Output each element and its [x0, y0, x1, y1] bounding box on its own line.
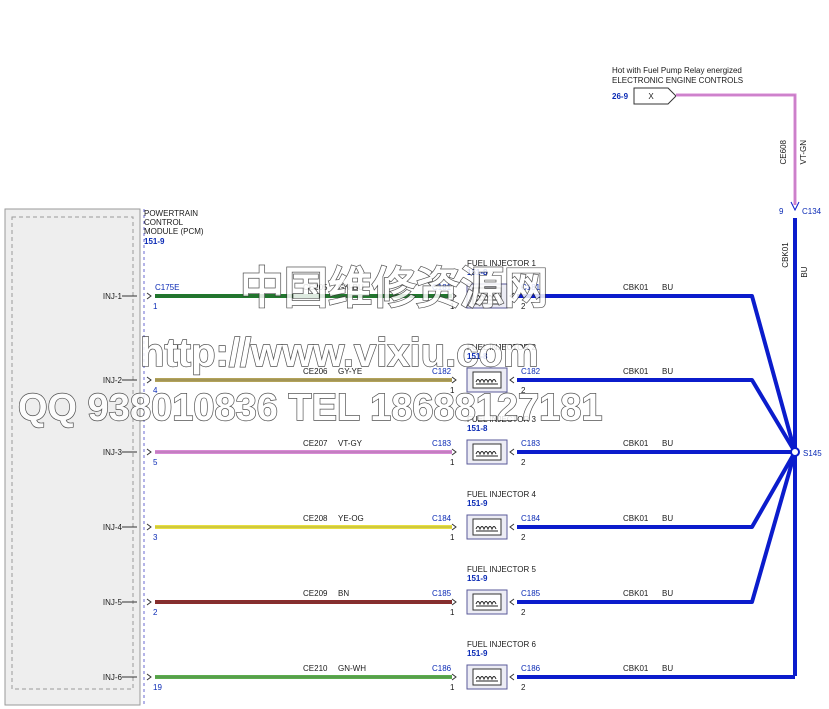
injector-rows: INJ-11CE205 GN-BU C1811FUEL INJECTOR 1151-…	[103, 259, 797, 692]
pin-arrow-icon	[451, 448, 457, 456]
pin-arrow-icon	[451, 673, 457, 681]
pcm-pin-number: 3	[153, 533, 158, 542]
connector-label-in: C185	[432, 589, 452, 598]
injector-name: FUEL INJECTOR 4	[467, 490, 536, 499]
watermark-line3: QQ 938010836 TEL 18688127181	[18, 387, 603, 429]
pin-arrow-icon	[451, 523, 457, 531]
pin-out: 2	[521, 458, 526, 467]
pin-out: 2	[521, 608, 526, 617]
injector-ref: 151-9	[467, 574, 488, 583]
pcm-pin-label: INJ-2	[103, 376, 123, 385]
circuit-label: CE208	[303, 514, 328, 523]
pin-arrow-icon	[509, 673, 515, 681]
injector-ref: 151-9	[467, 499, 488, 508]
pin-arrow-icon	[509, 598, 515, 606]
out-color: BU	[662, 283, 673, 292]
bus-circuit: CBK01	[781, 242, 790, 268]
pin-out: 2	[521, 683, 526, 692]
connector-label-out: C183	[521, 439, 541, 448]
out-color: BU	[662, 514, 673, 523]
watermark-line2: http://www.vixiu.com	[140, 331, 539, 375]
connector-label-in: C184	[432, 514, 452, 523]
pcm-pin-number: 5	[153, 458, 158, 467]
feed-color: VT-GN	[799, 140, 808, 165]
out-circuit: CBK01	[623, 589, 649, 598]
bus-color: BU	[800, 266, 809, 277]
pin-out: 2	[521, 533, 526, 542]
pcm-line3: MODULE (PCM)	[144, 227, 204, 236]
pin-arrow-icon	[146, 523, 152, 531]
pcm-pin-label: INJ-6	[103, 673, 123, 682]
feed-ref: 26-9	[612, 92, 629, 101]
connector-label-in: C186	[432, 664, 452, 673]
out-circuit: CBK01	[623, 367, 649, 376]
out-color: BU	[662, 367, 673, 376]
injector-name: FUEL INJECTOR 6	[467, 640, 536, 649]
feed-wire	[676, 93, 797, 205]
pcm-pin-number: 2	[153, 608, 158, 617]
pin-in: 1	[450, 608, 455, 617]
pin-in: 1	[450, 683, 455, 692]
hot-label: Hot with Fuel Pump Relay energized	[612, 66, 742, 75]
pcm-module: POWERTRAIN CONTROL MODULE (PCM) 151-9 C1…	[4, 208, 204, 706]
c134-pin: 9	[779, 207, 784, 216]
color-code: GN-WH	[338, 664, 366, 673]
system-label: ELECTRONIC ENGINE CONTROLS	[612, 76, 743, 85]
injector-ref: 151-9	[467, 649, 488, 658]
pcm-pin-label: INJ-3	[103, 448, 123, 457]
out-color: BU	[662, 664, 673, 673]
connector-label-out: C186	[521, 664, 541, 673]
pin-arrow-icon	[146, 292, 152, 300]
pcm-box	[4, 208, 141, 706]
circuit-label: CE210	[303, 664, 328, 673]
connector-label-in: C183	[432, 439, 452, 448]
c134-label: C134	[802, 207, 822, 216]
pin-arrow-icon	[146, 448, 152, 456]
pin-arrow-icon	[451, 376, 457, 384]
pcm-pin-label: INJ-5	[103, 598, 123, 607]
feed-pin: X	[648, 92, 654, 101]
pin-arrow-icon	[509, 376, 515, 384]
pcm-line2: CONTROL	[144, 218, 184, 227]
pcm-pin-number: 1	[153, 302, 158, 311]
splice-dot	[790, 447, 800, 457]
color-code: YE-OG	[338, 514, 364, 523]
splice-label: S145	[803, 449, 822, 458]
out-circuit: CBK01	[623, 514, 649, 523]
out-circuit: CBK01	[623, 439, 649, 448]
injector-name: FUEL INJECTOR 5	[467, 565, 536, 574]
pcm-line1: POWERTRAIN	[144, 209, 198, 218]
out-circuit: CBK01	[623, 283, 649, 292]
pin-arrow-icon	[509, 448, 515, 456]
connector-label-out: C185	[521, 589, 541, 598]
pin-arrow-icon	[146, 598, 152, 606]
out-color: BU	[662, 589, 673, 598]
pcm-ref: 151-9	[144, 237, 165, 246]
ground-wire	[517, 451, 797, 529]
pin-arrow-icon	[146, 376, 152, 384]
connector-arrow-icon	[633, 87, 677, 105]
out-circuit: CBK01	[623, 664, 649, 673]
wiring-diagram: Hot with Fuel Pump Relay energized ELECT…	[4, 66, 822, 706]
color-code: BN	[338, 589, 349, 598]
pin-arrow-icon	[451, 598, 457, 606]
pin-arrow-icon	[509, 523, 515, 531]
pcm-pin-number: 19	[153, 683, 162, 692]
watermark-line1: 中国维修资源网	[240, 264, 548, 313]
pin-arrow-icon	[146, 673, 152, 681]
circuit-label: CE209	[303, 589, 328, 598]
feed-circuit: CE608	[779, 139, 788, 164]
pcm-connector: C175E	[155, 283, 179, 292]
pin-in: 1	[450, 458, 455, 467]
circuit-label: CE207	[303, 439, 328, 448]
out-color: BU	[662, 439, 673, 448]
color-code: VT-GY	[338, 439, 363, 448]
pcm-pin-label: INJ-1	[103, 292, 123, 301]
pcm-pin-label: INJ-4	[103, 523, 123, 532]
connector-label-out: C184	[521, 514, 541, 523]
pin-in: 1	[450, 533, 455, 542]
